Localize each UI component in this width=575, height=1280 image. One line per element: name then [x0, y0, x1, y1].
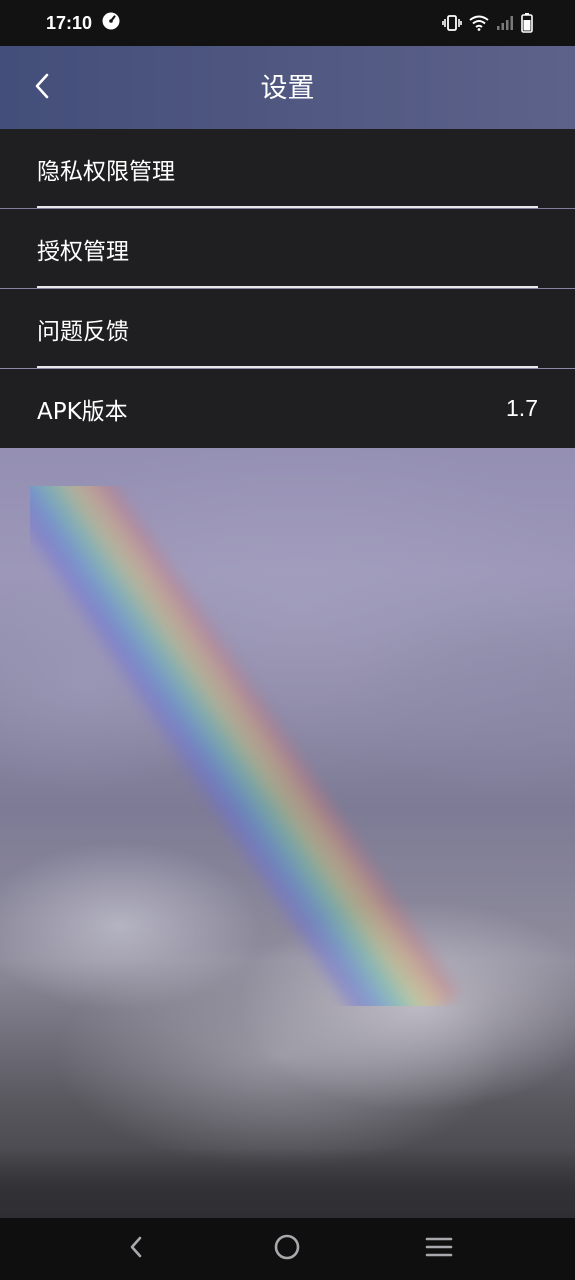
nav-recents-button[interactable] — [409, 1224, 469, 1274]
home-icon — [273, 1233, 301, 1265]
recents-menu-icon — [425, 1236, 453, 1262]
settings-item-label: APK版本 — [37, 398, 128, 425]
settings-list: 隐私权限管理 授权管理 问题反馈 APK版本 1.7 — [0, 129, 575, 449]
status-time: 17:10 — [46, 12, 93, 33]
navigation-bar — [0, 1218, 575, 1280]
settings-screen: 17:10 设置 隐私权限管理 授权管理 问题反馈 APK版本 1.7 — [0, 0, 575, 1280]
settings-item-authorization[interactable]: 授权管理 — [0, 209, 575, 288]
rainbow-image — [30, 486, 550, 1006]
settings-item-feedback[interactable]: 问题反馈 — [0, 289, 575, 368]
wifi-icon — [469, 15, 489, 31]
settings-item-label: 授权管理 — [37, 238, 129, 265]
title-bar: 设置 — [0, 46, 575, 129]
page-title: 设置 — [260, 73, 315, 104]
settings-item-label: 问题反馈 — [37, 318, 129, 345]
divider — [37, 366, 538, 368]
settings-item-apk-version[interactable]: APK版本 1.7 — [0, 369, 575, 448]
treeline-silhouette — [0, 1148, 575, 1218]
battery-icon — [521, 13, 533, 33]
status-icons — [442, 13, 533, 33]
nav-home-button[interactable] — [257, 1224, 317, 1274]
apk-version-value: 1.7 — [506, 395, 538, 421]
status-left: 17:10 — [46, 12, 120, 34]
cellular-signal-icon — [496, 15, 514, 31]
speedometer-icon — [102, 12, 120, 34]
nav-back-button[interactable] — [106, 1224, 166, 1274]
status-bar: 17:10 — [0, 0, 575, 46]
settings-item-label: 隐私权限管理 — [37, 158, 175, 185]
back-icon — [128, 1235, 144, 1263]
divider — [37, 286, 538, 288]
settings-item-privacy-permissions[interactable]: 隐私权限管理 — [0, 129, 575, 208]
divider — [37, 206, 538, 208]
vibrate-icon — [442, 15, 462, 31]
